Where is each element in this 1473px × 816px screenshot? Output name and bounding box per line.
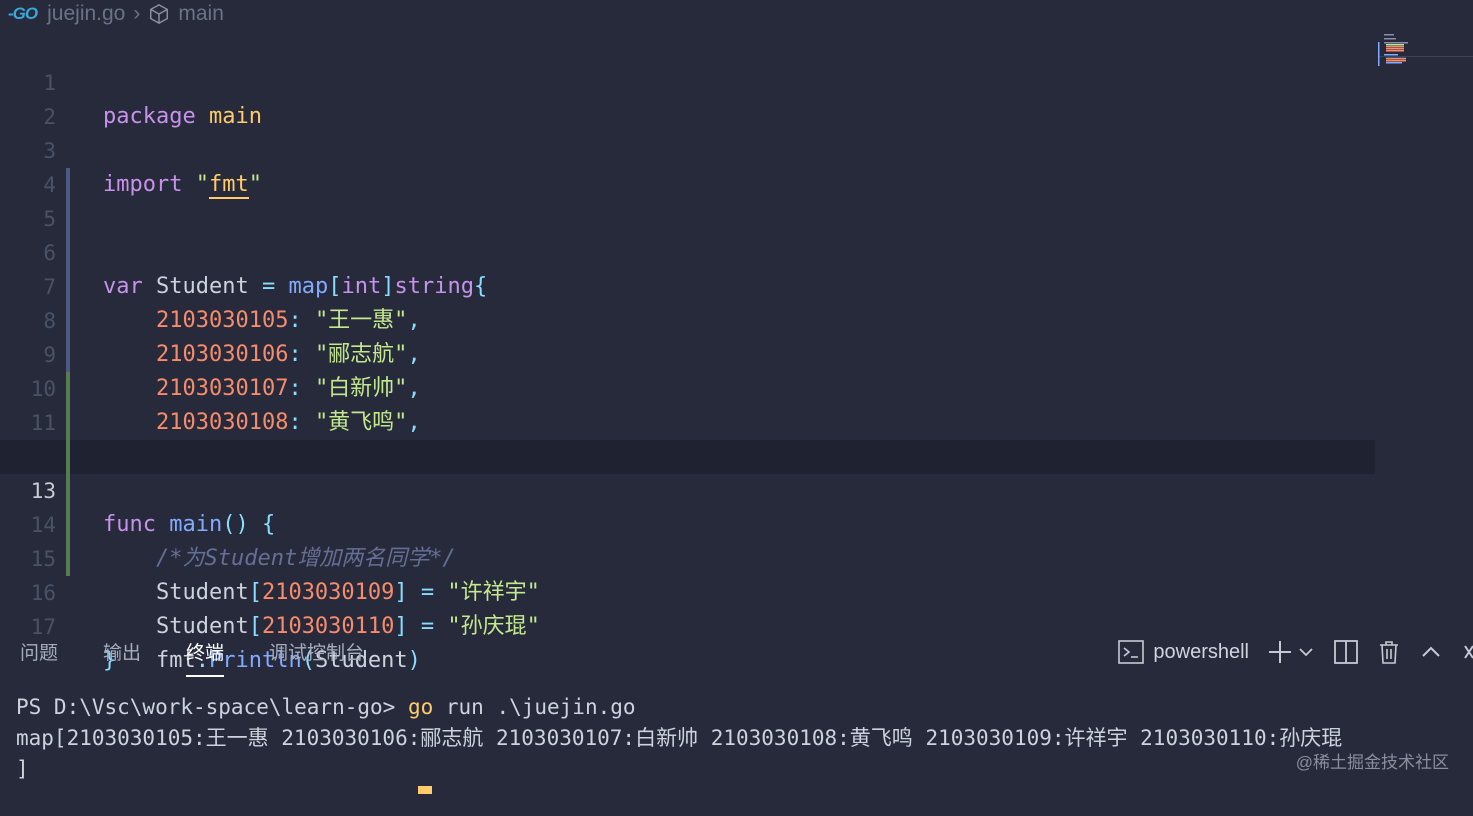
code-line[interactable]: 3 import "fmt" (0, 100, 1375, 199)
breadcrumb-symbol[interactable]: main (178, 2, 224, 26)
git-added-marker (66, 474, 70, 508)
git-added-marker (66, 406, 70, 440)
terminal-cursor (418, 786, 432, 794)
git-added-marker (66, 372, 70, 406)
split-terminal-icon[interactable] (1333, 639, 1359, 665)
breadcrumb-file[interactable]: juejin.go (47, 2, 125, 26)
git-added-marker (66, 508, 70, 542)
git-added-marker (66, 542, 70, 576)
terminal-output[interactable]: PS D:\Vsc\work-space\learn-go> go run .\… (0, 692, 1473, 794)
code-line[interactable]: 12 func main() { (0, 406, 1375, 537)
code-line[interactable]: 5 var Student = map[int]string{ (0, 168, 1375, 299)
terminal-output-line: ] (16, 757, 29, 781)
code-line[interactable]: 15 Student[2103030110] = "孙庆琨" (0, 508, 1375, 639)
git-change-marker (66, 338, 70, 372)
code-line[interactable]: 7 2103030106: "郦志航", (0, 236, 1375, 367)
tab-debug-console[interactable]: 调试控制台 (269, 638, 364, 665)
code-line-current[interactable]: 13 /*为Student增加两名同学*/ (0, 440, 1375, 571)
chevron-right-icon: › (133, 2, 141, 25)
panel-tab-bar: 问题 输出 终端 调试控制台 powershell (0, 624, 1473, 680)
plus-icon[interactable] (1267, 639, 1293, 665)
git-change-marker (66, 202, 70, 236)
chevron-down-icon[interactable] (1297, 643, 1315, 661)
trash-icon[interactable] (1377, 639, 1401, 665)
terminal-command-go: go (407, 695, 434, 719)
code-line[interactable]: 6 2103030105: "王一惠", (0, 202, 1375, 333)
git-change-marker (66, 304, 70, 338)
terminal-command-args: run .\juejin.go (433, 695, 636, 719)
watermark: @稀土掘金技术社区 (1295, 753, 1449, 772)
close-icon[interactable] (1461, 640, 1473, 664)
code-line[interactable]: 11 (0, 372, 1375, 435)
code-line[interactable]: 2 (0, 66, 1375, 129)
code-line[interactable]: 9 2103030108: "黄飞鸣", (0, 304, 1375, 435)
go-file-icon: -GO (8, 4, 38, 23)
code-line[interactable]: 1 package main (0, 32, 1375, 129)
breadcrumb: -GO juejin.go › main (0, 0, 1473, 28)
git-change-marker (66, 270, 70, 304)
code-line[interactable]: 14 Student[2103030109] = "许祥宇" (0, 474, 1375, 605)
code-line[interactable]: 4 (0, 134, 1375, 197)
tab-problems[interactable]: 问题 (20, 638, 58, 665)
cube-icon (150, 3, 169, 25)
tab-output[interactable]: 输出 (103, 638, 141, 665)
code-line[interactable]: 17 } (0, 576, 1375, 673)
terminal-shell-icon (1118, 640, 1145, 664)
code-line[interactable]: 8 2103030107: "白新帅", (0, 270, 1375, 401)
terminal-output-line: map[2103030105:王一惠 2103030106:郦志航 210303… (16, 726, 1343, 750)
tab-terminal[interactable]: 终端 (186, 638, 225, 677)
code-line[interactable]: 16 fmt.Println(Student) (0, 542, 1375, 673)
panel-toolbar: powershell (1117, 632, 1473, 672)
chevron-up-icon[interactable] (1419, 640, 1443, 664)
terminal-prompt: PS D:\Vsc\work-space\learn-go> (16, 695, 408, 719)
shell-selector[interactable]: powershell (1153, 641, 1249, 664)
code-line[interactable]: 10 } (0, 338, 1375, 469)
code-editor[interactable]: 1 package main 2 3 import "fmt" 4 5 var … (0, 32, 1473, 673)
git-change-marker (66, 168, 70, 202)
git-added-marker (66, 440, 70, 474)
git-change-marker (66, 236, 70, 270)
terminal-command-line: PS D:\Vsc\work-space\learn-go> go run .\… (16, 692, 636, 723)
